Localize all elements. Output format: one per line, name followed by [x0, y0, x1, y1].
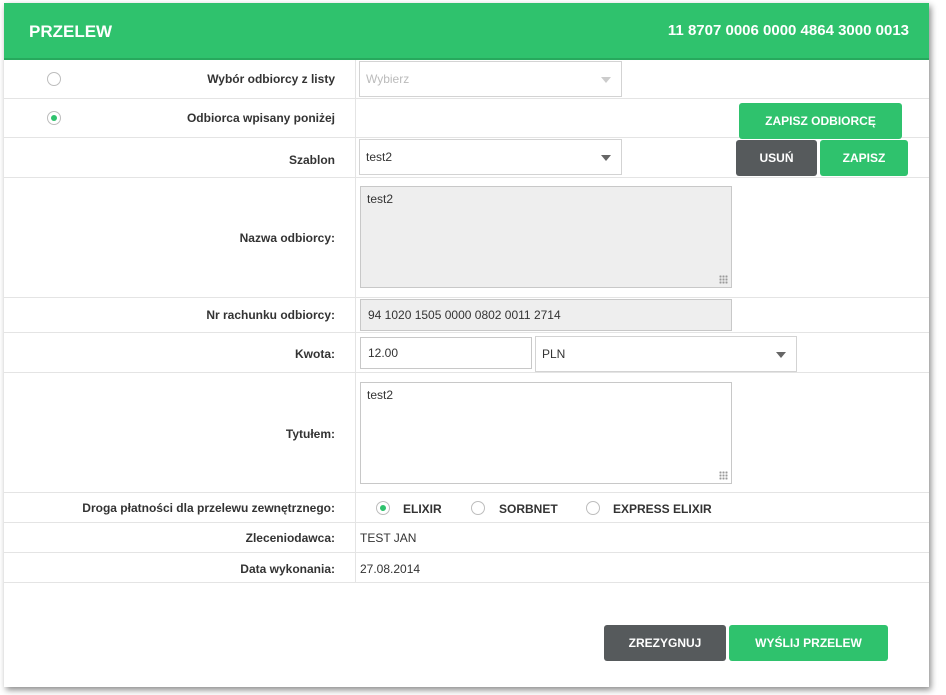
- currency-select[interactable]: PLN: [535, 336, 797, 372]
- recipient-name-label: Nazwa odbiorcy:: [239, 231, 335, 245]
- template-row: Szablon test2 USUŃ ZAPISZ: [4, 138, 929, 178]
- account-number-label: Nr rachunku odbiorcy:: [206, 308, 335, 322]
- account-number-input[interactable]: 94 1020 1505 0000 0802 0011 2714: [360, 299, 732, 331]
- chevron-down-icon: [776, 352, 786, 358]
- recipient-list-row: Wybór odbiorcy z listy Wybierz: [4, 60, 929, 99]
- column-divider: [355, 523, 356, 552]
- execution-date-label: Data wykonania:: [240, 562, 335, 576]
- column-divider: [355, 333, 356, 372]
- route-express-elixir-radio[interactable]: [586, 501, 600, 515]
- chevron-down-icon: [601, 77, 611, 83]
- execution-date-row: Data wykonania: 27.08.2014: [4, 553, 929, 583]
- column-divider: [355, 553, 356, 582]
- recipient-manual-label: Odbiorca wpisany poniżej: [186, 111, 335, 125]
- resize-grip-icon[interactable]: [719, 471, 728, 480]
- recipient-name-value: test2: [367, 192, 394, 206]
- delete-template-button[interactable]: USUŃ: [736, 140, 817, 176]
- column-divider: [355, 138, 356, 177]
- currency-select-value: PLN: [542, 347, 566, 361]
- recipient-manual-row: Odbiorca wpisany poniżej ZAPISZ ODBIORCĘ: [4, 99, 929, 139]
- amount-label: Kwota:: [295, 347, 335, 361]
- recipient-select-placeholder: Wybierz: [366, 72, 410, 86]
- chevron-down-icon: [601, 155, 611, 161]
- column-divider: [355, 60, 356, 98]
- send-transfer-button[interactable]: WYŚLIJ PRZELEW: [729, 625, 888, 661]
- title-textarea[interactable]: test2: [360, 382, 732, 484]
- column-divider: [355, 373, 356, 492]
- template-select-value: test2: [366, 150, 393, 164]
- recipient-select[interactable]: Wybierz: [359, 61, 622, 97]
- panel-header: PRZELEW 11 8707 0006 0000 4864 3000 0013: [4, 3, 929, 60]
- source-account-number: 11 8707 0006 0000 4864 3000 0013: [667, 22, 909, 39]
- save-template-button[interactable]: ZAPISZ: [820, 140, 908, 176]
- title-row: Tytułem: test2: [4, 373, 929, 493]
- recipient-name-textarea[interactable]: test2: [360, 186, 732, 288]
- execution-date-value: 27.08.2014: [360, 562, 421, 576]
- page-title: PRZELEW: [29, 22, 113, 41]
- column-divider: [355, 493, 356, 522]
- column-divider: [355, 99, 356, 137]
- account-number-row: Nr rachunku odbiorcy: 94 1020 1505 0000 …: [4, 298, 929, 333]
- orderer-value: TEST JAN: [360, 531, 417, 545]
- template-label: Szablon: [288, 153, 335, 167]
- recipient-name-row: Nazwa odbiorcy: test2: [4, 178, 929, 298]
- payment-route-label: Droga płatności dla przelewu zewnętrzneg…: [82, 501, 335, 515]
- amount-input[interactable]: 12.00: [360, 337, 532, 369]
- route-elixir-radio[interactable]: [376, 501, 390, 515]
- route-elixir-label: ELIXIR: [403, 502, 442, 516]
- payment-route-row: Droga płatności dla przelewu zewnętrzneg…: [4, 493, 929, 523]
- save-recipient-button[interactable]: ZAPISZ ODBIORCĘ: [739, 103, 902, 139]
- orderer-label: Zleceniodawca:: [245, 531, 335, 545]
- resize-grip-icon[interactable]: [719, 275, 728, 284]
- recipient-list-label: Wybór odbiorcy z listy: [207, 72, 335, 86]
- transfer-panel: PRZELEW 11 8707 0006 0000 4864 3000 0013…: [4, 3, 929, 687]
- column-divider: [355, 178, 356, 297]
- route-sorbnet-label: SORBNET: [499, 502, 558, 516]
- title-label: Tytułem:: [285, 427, 335, 441]
- title-value: test2: [367, 388, 394, 402]
- route-sorbnet-radio[interactable]: [471, 501, 485, 515]
- route-express-elixir-label: EXPRESS ELIXIR: [613, 502, 712, 516]
- amount-row: Kwota: 12.00 PLN: [4, 333, 929, 373]
- column-divider: [355, 298, 356, 332]
- orderer-row: Zleceniodawca: TEST JAN: [4, 523, 929, 553]
- cancel-button[interactable]: ZREZYGNUJ: [604, 625, 726, 661]
- template-select[interactable]: test2: [359, 139, 622, 175]
